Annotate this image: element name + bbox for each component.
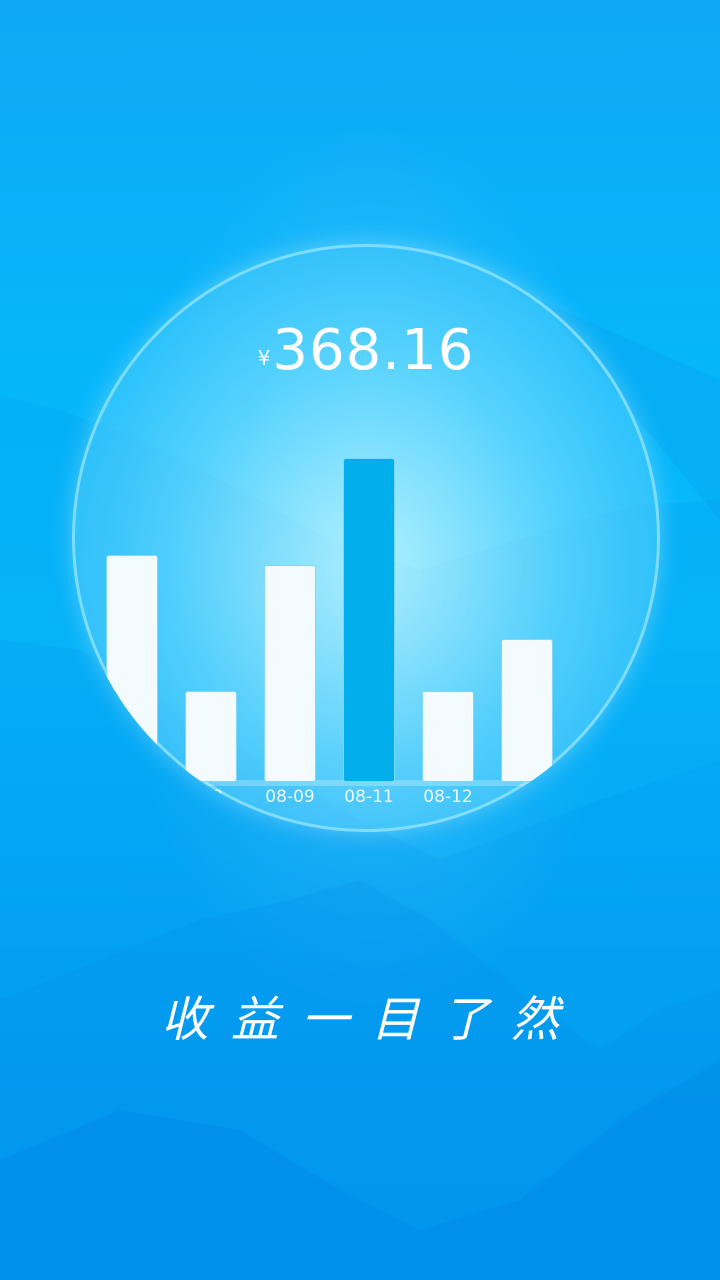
chart-tick-label: 08-12 (423, 787, 473, 807)
chart-tick-label: 08 (201, 787, 223, 807)
slogan-text: 收益一目了然 (160, 992, 581, 1048)
earnings-circle: ¥368.16 08 08-09 08-11 08-12 0 (72, 244, 660, 832)
chart-bar-08-12 (422, 691, 474, 782)
chart-tick-label: 0 (521, 787, 533, 807)
chart-tick-label: 08-09 (265, 787, 315, 807)
chart-bar-08-13 (501, 639, 553, 782)
earnings-bar-chart: 08 08-09 08-11 08-12 0 (72, 244, 660, 832)
chart-bar-08-11 (343, 458, 395, 782)
chart-bar-08-09 (264, 565, 316, 782)
chart-bar-08-08 (185, 691, 237, 782)
chart-bar-08-07 (106, 555, 158, 782)
chart-tick-label: 08-11 (344, 787, 394, 807)
